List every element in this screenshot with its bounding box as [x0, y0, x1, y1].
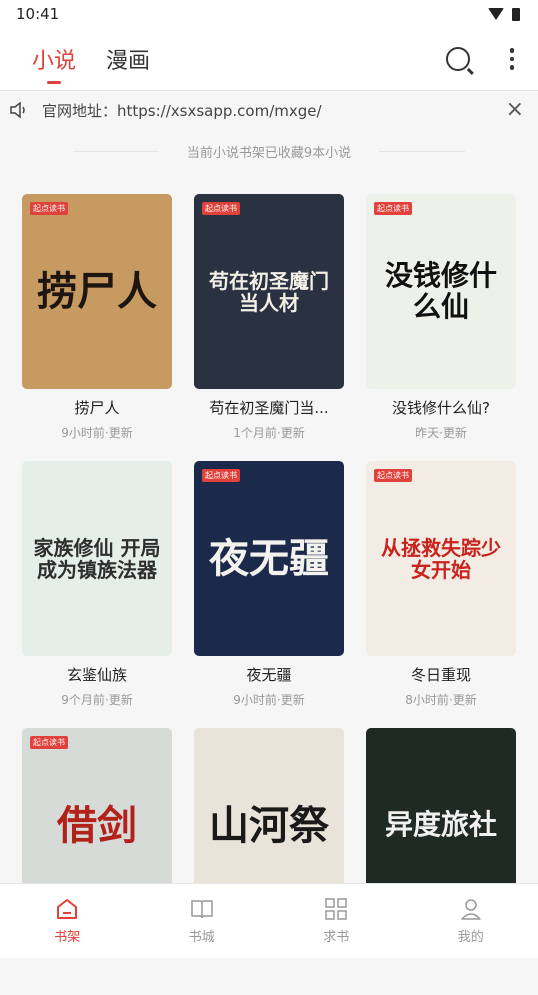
- notice-text: 官网地址：https://xsxsapp.com/mxge/: [42, 100, 322, 121]
- shelf-count-text: 当前小说书架已收藏9本小说: [187, 142, 351, 161]
- status-bar: 10:41: [0, 0, 538, 28]
- bottom-nav: 书架 书城 求书 我的: [0, 883, 538, 958]
- divider: [379, 151, 465, 152]
- nav-item-bookstore[interactable]: 书城: [135, 884, 270, 958]
- book-icon: [190, 898, 214, 920]
- cover-title: 山河祭: [201, 804, 337, 848]
- cover-title: 夜无疆: [201, 537, 337, 581]
- book-updated: 9小时前·更新: [233, 691, 304, 708]
- book-updated: 9个月前·更新: [61, 691, 132, 708]
- top-header: 小说 漫画: [0, 28, 538, 91]
- publisher-badge: 起点读书: [374, 202, 412, 215]
- book-item[interactable]: 起点读书从拯救失踪少女开始冬日重现 8小时前·更新: [366, 461, 516, 728]
- cover-title: 异度旅社: [377, 810, 505, 841]
- book-item[interactable]: 起点读书夜无疆夜无疆9小时前·更新: [194, 461, 344, 728]
- home-icon: [55, 898, 79, 920]
- nav-label: 书架: [54, 926, 80, 945]
- book-item[interactable]: 家族修仙 开局成为镇族法器玄鉴仙族 9个月前·更新: [22, 461, 172, 728]
- nav-label: 书城: [189, 926, 215, 945]
- book-cover[interactable]: 起点读书捞尸人: [22, 194, 172, 389]
- book-updated: 9小时前·更新: [61, 424, 132, 441]
- cover-title: 借剑: [49, 804, 145, 848]
- close-icon[interactable]: ×: [506, 99, 524, 121]
- book-cover[interactable]: 起点读书从拯救失踪少女开始: [366, 461, 516, 656]
- book-title[interactable]: 没钱修什么仙?: [392, 397, 490, 418]
- book-item[interactable]: 起点读书捞尸人捞尸人9小时前·更新: [22, 194, 172, 461]
- cover-title: 没钱修什么仙: [366, 261, 516, 323]
- book-title[interactable]: 夜无疆: [246, 664, 291, 685]
- book-cover[interactable]: 家族修仙 开局成为镇族法器: [22, 461, 172, 656]
- tab-comic[interactable]: 漫画: [106, 28, 150, 90]
- nav-label: 求书: [323, 926, 349, 945]
- book-cover[interactable]: 起点读书苟在初圣魔门当人材: [194, 194, 344, 389]
- divider: [73, 151, 159, 152]
- book-item[interactable]: 起点读书没钱修什么仙没钱修什么仙? 昨天·更新: [366, 194, 516, 461]
- nav-item-request[interactable]: 求书: [269, 884, 404, 958]
- book-cover[interactable]: 起点读书没钱修什么仙: [366, 194, 516, 389]
- nav-label: 我的: [458, 926, 484, 945]
- book-title[interactable]: 玄鉴仙族: [67, 664, 127, 685]
- book-title[interactable]: 苟在初圣魔门当...: [209, 397, 328, 418]
- publisher-badge: 起点读书: [202, 469, 240, 482]
- book-updated: 昨天·更新: [415, 424, 467, 441]
- book-updated: 8小时前·更新: [405, 691, 476, 708]
- book-title[interactable]: 冬日重现: [411, 664, 471, 685]
- search-icon[interactable]: [446, 47, 470, 71]
- cover-title: 捞尸人: [29, 270, 165, 314]
- publisher-badge: 起点读书: [202, 202, 240, 215]
- publisher-badge: 起点读书: [30, 202, 68, 215]
- nav-item-bookshelf[interactable]: 书架: [0, 884, 135, 958]
- nav-item-mine[interactable]: 我的: [404, 884, 538, 958]
- publisher-badge: 起点读书: [30, 736, 68, 749]
- speaker-icon: [10, 102, 28, 118]
- tab-novel[interactable]: 小说: [32, 28, 76, 90]
- cover-title: 从拯救失踪少女开始: [366, 537, 516, 581]
- cover-title: 苟在初圣魔门当人材: [194, 270, 344, 314]
- battery-icon: [512, 8, 520, 21]
- cover-title: 家族修仙 开局成为镇族法器: [22, 537, 172, 581]
- wifi-icon: [488, 8, 504, 20]
- book-title[interactable]: 捞尸人: [74, 397, 119, 418]
- publisher-badge: 起点读书: [374, 469, 412, 482]
- status-time: 10:41: [16, 5, 59, 23]
- book-updated: 1个月前·更新: [233, 424, 304, 441]
- shelf-count-row: 当前小说书架已收藏9本小说: [0, 141, 538, 161]
- book-item[interactable]: 起点读书苟在初圣魔门当人材苟在初圣魔门当... 1个月前·更新: [194, 194, 344, 461]
- book-cover[interactable]: 起点读书夜无疆: [194, 461, 344, 656]
- book-grid: 起点读书捞尸人捞尸人9小时前·更新起点读书苟在初圣魔门当人材苟在初圣魔门当...…: [22, 194, 516, 995]
- more-vertical-icon[interactable]: [510, 48, 515, 70]
- notice-bar: 官网地址：https://xsxsapp.com/mxge/ ×: [0, 91, 538, 129]
- user-icon: [459, 898, 483, 920]
- grid-icon: [324, 898, 348, 920]
